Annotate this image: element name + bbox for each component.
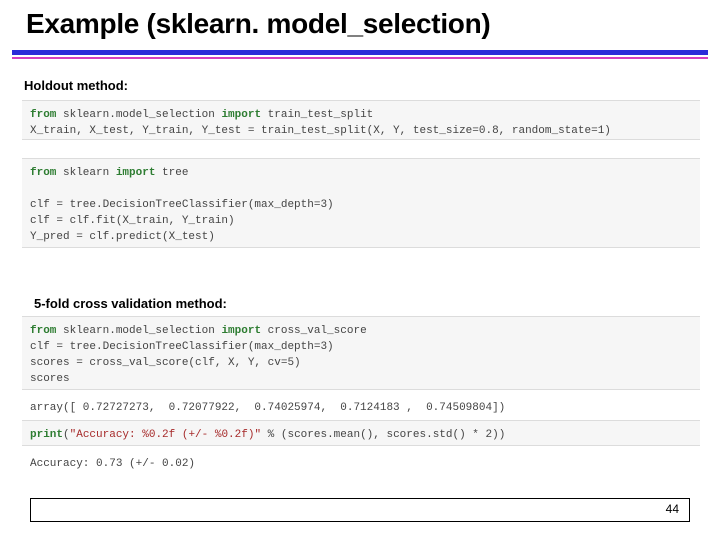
page-number-box: 44 (30, 498, 690, 522)
accent-bar (12, 50, 708, 60)
code-line: X_train, X_test, Y_train, Y_test = train… (30, 125, 611, 137)
code-block-1: from sklearn.model_selection import trai… (22, 100, 700, 140)
code-line: clf = tree.DecisionTreeClassifier(max_de… (30, 199, 334, 211)
string-literal: "Accuracy: %0.2f (+/- %0.2f)" (70, 429, 261, 441)
code-block-3: from sklearn.model_selection import cros… (22, 316, 700, 390)
keyword-import: import (221, 325, 261, 337)
code-text: cross_val_score (261, 325, 367, 337)
accent-bar-blue (12, 50, 708, 55)
keyword-print: print (30, 429, 63, 441)
accent-bar-magenta (12, 57, 708, 59)
subhead-holdout: Holdout method: (24, 78, 128, 93)
keyword-from: from (30, 167, 56, 179)
code-line: clf = tree.DecisionTreeClassifier(max_de… (30, 341, 334, 353)
subhead-cv: 5-fold cross validation method: (34, 296, 227, 311)
code-line: scores (30, 373, 70, 385)
code-block-4: print("Accuracy: %0.2f (+/- %0.2f)" % (s… (22, 420, 700, 446)
code-text: % (scores.mean(), scores.std() * 2)) (261, 429, 505, 441)
keyword-from: from (30, 109, 56, 121)
code-text: sklearn.model_selection (56, 109, 221, 121)
code-text: tree (155, 167, 188, 179)
code-text: train_test_split (261, 109, 373, 121)
code-text: ( (63, 429, 70, 441)
code-text: sklearn.model_selection (56, 325, 221, 337)
page-number: 44 (666, 502, 679, 516)
slide-title: Example (sklearn. model_selection) (26, 8, 490, 40)
code-line: clf = clf.fit(X_train, Y_train) (30, 215, 235, 227)
slide: Example (sklearn. model_selection) Holdo… (0, 0, 720, 540)
code-line: Y_pred = clf.predict(X_test) (30, 231, 215, 243)
keyword-from: from (30, 325, 56, 337)
output-array: array([ 0.72727273, 0.72077922, 0.740259… (22, 396, 700, 420)
code-block-2: from sklearn import tree clf = tree.Deci… (22, 158, 700, 248)
keyword-import: import (221, 109, 261, 121)
keyword-import: import (116, 167, 156, 179)
code-text: sklearn (56, 167, 115, 179)
output-accuracy: Accuracy: 0.73 (+/- 0.02) (22, 452, 700, 476)
code-line: scores = cross_val_score(clf, X, Y, cv=5… (30, 357, 301, 369)
